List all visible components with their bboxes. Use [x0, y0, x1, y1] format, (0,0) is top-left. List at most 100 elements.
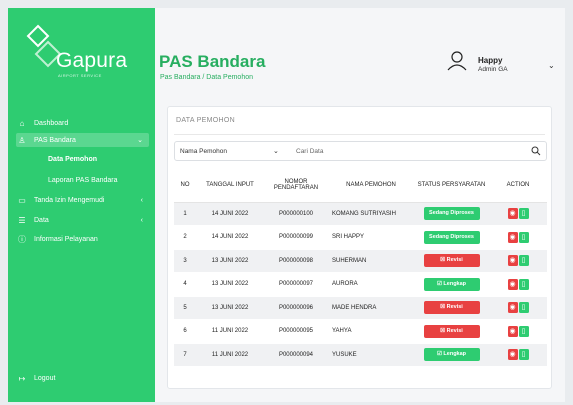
status-label: Revisi [446, 257, 463, 264]
filter-bar: Nama Pemohon ⌄ [174, 141, 547, 161]
cell-date: 11 JUNI 2022 [196, 343, 264, 367]
sidebar-item-label: PAS Bandara [34, 136, 76, 144]
delete-icon[interactable]: ▯ [518, 349, 529, 361]
status-badge[interactable]: ☒ Revisi [423, 254, 480, 268]
status-badge[interactable]: Sedang Diproses [423, 207, 480, 221]
sidebar-item-tanda-izin[interactable]: ▭ Tanda Izin Mengemudi ‹ [16, 193, 149, 207]
cell-status: ☒ Revisi [414, 249, 489, 273]
brand-logo[interactable]: Gapura AIRPORT SERVICE [26, 24, 146, 84]
status-badge[interactable]: ☒ Revisi [423, 324, 480, 338]
view-icon[interactable]: ◉ [507, 302, 518, 314]
cell-reg: P000000099 [264, 225, 328, 250]
sidebar-item-data[interactable]: ☰ Data ‹ [16, 213, 149, 227]
cell-no: 4 [174, 272, 196, 297]
database-icon: ☰ [18, 215, 26, 225]
sidebar-item-dashboard[interactable]: ⌂ Dashboard [16, 116, 149, 130]
search-input[interactable] [296, 146, 496, 157]
delete-icon[interactable]: ▯ [518, 208, 529, 220]
card-title: DATA PEMOHON [176, 117, 235, 124]
action-group: ◉ ▯ [507, 325, 529, 337]
cell-name: KOMANG SUTRIYASIH [328, 202, 414, 226]
sidebar-subitem-laporan[interactable]: Laporan PAS Bandara [48, 177, 118, 184]
cell-name: YAHYA [328, 319, 414, 344]
cell-name: MADE HENDRA [328, 296, 414, 320]
cell-date: 14 JUNI 2022 [196, 225, 264, 250]
chevron-left-icon: ‹ [140, 216, 143, 224]
view-icon[interactable]: ◉ [507, 208, 518, 220]
cell-no: 7 [174, 343, 196, 367]
col-header-status: STATUS PERSYARATAN [414, 168, 489, 203]
cell-action: ◉ ▯ [489, 225, 547, 250]
table-row: 4 13 JUNI 2022 P000000097 AURORA ☑ Lengkap ◉ ▯ [174, 272, 547, 297]
cell-name: SUHERMAN [328, 249, 414, 273]
sidebar-item-label: Dashboard [34, 119, 69, 127]
status-badge[interactable]: Sedang Diproses [423, 230, 480, 244]
status-badge[interactable]: ☑ Lengkap [423, 277, 480, 291]
cell-name: SRI HAPPY [328, 225, 414, 250]
logout-icon: ↦ [18, 373, 26, 383]
filter-select[interactable]: Nama Pemohon [180, 148, 227, 155]
cell-reg: P000000097 [264, 272, 328, 297]
breadcrumb[interactable]: Pas Bandara / Data Pemohon [160, 74, 253, 81]
user-role: Admin GA [478, 66, 508, 73]
view-icon[interactable]: ◉ [507, 325, 518, 337]
cell-date: 14 JUNI 2022 [196, 202, 264, 226]
logout-button[interactable]: ↦ Logout [16, 371, 149, 385]
chevron-down-icon[interactable]: ⌄ [548, 61, 555, 70]
cell-status: ☑ Lengkap [414, 272, 489, 297]
delete-icon[interactable]: ▯ [518, 325, 529, 337]
avatar[interactable] [446, 50, 468, 77]
status-badge[interactable]: ☒ Revisi [423, 301, 480, 315]
table-row: 3 13 JUNI 2022 P000000098 SUHERMAN ☒ Revisi ◉… [174, 249, 547, 273]
chevron-down-icon: ⌄ [137, 137, 143, 144]
view-icon[interactable]: ◉ [507, 349, 518, 361]
action-group: ◉ ▯ [507, 231, 529, 243]
table-row: 5 13 JUNI 2022 P000000096 MADE HENDRA ☒ Revi… [174, 296, 547, 320]
logout-label: Logout [34, 374, 56, 382]
cell-status: ☑ Lengkap [414, 343, 489, 367]
action-group: ◉ ▯ [507, 208, 529, 220]
info-icon: ⓘ [18, 234, 26, 244]
user-icon: ♙ [18, 135, 26, 145]
cell-no: 1 [174, 202, 196, 226]
cell-name: YUSUKE [328, 343, 414, 367]
sidebar-item-informasi[interactable]: ⓘ Informasi Pelayanan [16, 232, 149, 246]
home-icon: ⌂ [19, 118, 25, 128]
delete-icon[interactable]: ▯ [518, 278, 529, 290]
delete-icon[interactable]: ▯ [518, 255, 529, 267]
action-group: ◉ ▯ [507, 349, 529, 361]
delete-icon[interactable]: ▯ [518, 302, 529, 314]
cell-action: ◉ ▯ [489, 319, 547, 344]
sidebar-item-label: Informasi Pelayanan [34, 235, 98, 243]
sidebar-item-pas-bandara[interactable]: ♙ PAS Bandara ⌄ [16, 133, 149, 147]
chevron-left-icon: ‹ [140, 196, 143, 204]
cell-reg: P000000095 [264, 319, 328, 344]
status-label: Revisi [446, 304, 463, 311]
sidebar-item-label: Tanda Izin Mengemudi [34, 196, 105, 204]
sidebar: Gapura AIRPORT SERVICE ⌂ Dashboard ♙ PAS… [8, 8, 155, 402]
cell-reg: P000000094 [264, 343, 328, 367]
col-header-date: TANGGAL INPUT [196, 168, 264, 203]
cell-status: ☒ Revisi [414, 296, 489, 320]
view-icon[interactable]: ◉ [507, 278, 518, 290]
cell-status: ☒ Revisi [414, 319, 489, 344]
col-header-action: ACTION [489, 168, 547, 203]
sidebar-item-label: Data [34, 216, 49, 224]
cell-reg: P000000096 [264, 296, 328, 320]
sidebar-subitem-data-pemohon[interactable]: Data Pemohon [48, 156, 97, 163]
col-header-name: NAMA PEMOHON [328, 168, 414, 203]
cell-no: 2 [174, 225, 196, 250]
view-icon[interactable]: ◉ [507, 255, 518, 267]
status-label: Sedang Diproses [429, 210, 474, 217]
status-badge[interactable]: ☑ Lengkap [423, 348, 480, 362]
search-icon[interactable] [531, 146, 541, 158]
cell-date: 11 JUNI 2022 [196, 319, 264, 344]
cell-no: 6 [174, 319, 196, 344]
status-label: Lengkap [443, 280, 467, 287]
brand-tagline: AIRPORT SERVICE [58, 73, 102, 78]
app-window: Gapura AIRPORT SERVICE ⌂ Dashboard ♙ PAS… [8, 8, 565, 402]
view-icon[interactable]: ◉ [507, 231, 518, 243]
table-row: 2 14 JUNI 2022 P000000099 SRI HAPPY Sedang D… [174, 225, 547, 250]
delete-icon[interactable]: ▯ [518, 231, 529, 243]
chevron-down-icon[interactable]: ⌄ [273, 147, 279, 155]
